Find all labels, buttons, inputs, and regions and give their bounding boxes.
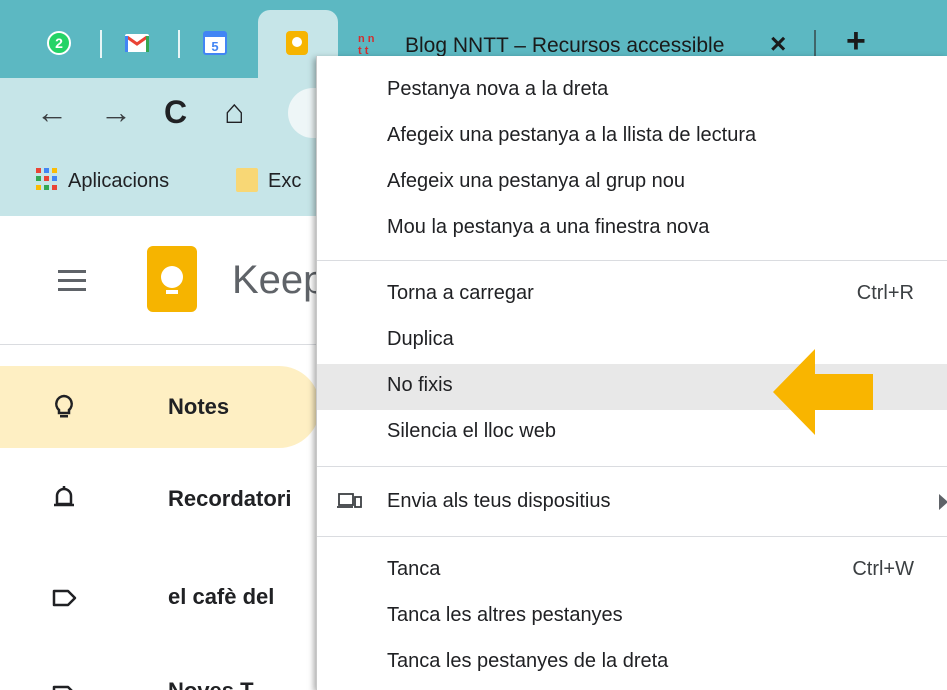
back-button[interactable]: ← <box>36 92 68 132</box>
sidebar-item-label: el cafè del <box>168 584 275 609</box>
menu-item-label: Afegeix una pestanya al grup nou <box>387 170 685 192</box>
menu-item-label: Afegeix una pestanya a la llista de lect… <box>387 124 757 146</box>
sidebar-item-reminders[interactable]: Recordatori <box>0 458 320 540</box>
pointer-arrow-icon <box>773 349 873 435</box>
menu-item-add-to-reading-list[interactable]: Afegeix una pestanya a la llista de lect… <box>317 114 947 160</box>
sidebar-item-label: Recordatori <box>168 486 292 511</box>
tab-blog-nntt[interactable]: n n t t <box>356 30 382 56</box>
menu-item-label: Pestanya nova a la dreta <box>387 78 609 100</box>
devices-icon <box>337 493 362 508</box>
menu-item-new-tab-right[interactable]: Pestanya nova a la dreta <box>317 68 947 114</box>
menu-item-close-other-tabs[interactable]: Tanca les altres pestanyes <box>317 594 947 640</box>
menu-separator <box>317 536 947 537</box>
whatsapp-icon: 2 <box>47 31 71 55</box>
svg-text:t t: t t <box>358 45 369 56</box>
menu-item-close[interactable]: Tanca Ctrl+W <box>317 548 947 594</box>
menu-item-shortcut: Ctrl+W <box>852 558 914 580</box>
tab-whatsapp[interactable]: 2 <box>46 30 72 56</box>
header-divider <box>0 344 320 345</box>
bookmark-apps[interactable]: Aplicacions <box>68 170 169 193</box>
main-menu-button[interactable] <box>58 270 86 292</box>
folder-icon <box>236 168 258 192</box>
svg-text:n n: n n <box>358 33 375 45</box>
label-icon <box>52 685 73 690</box>
menu-item-label: Duplica <box>387 328 454 350</box>
new-tab-button[interactable]: + <box>846 24 866 58</box>
menu-item-label: Envia als teus dispositius <box>387 490 611 512</box>
menu-item-shortcut: Ctrl+R <box>856 282 914 304</box>
calendar-icon: 5 <box>203 31 227 55</box>
menu-item-label: Mou la pestanya a una finestra nova <box>387 216 710 238</box>
lightbulb-icon <box>55 394 73 418</box>
gmail-icon <box>125 34 149 52</box>
whatsapp-badge: 2 <box>55 35 63 51</box>
app-title: Keep <box>232 258 318 302</box>
menu-item-add-to-new-group[interactable]: Afegeix una pestanya al grup nou <box>317 160 947 206</box>
submenu-arrow-icon <box>939 494 947 510</box>
sidebar-item-label: Noves T <box>168 678 318 690</box>
tab-calendar[interactable]: 5 <box>202 30 228 56</box>
nntt-icon: n n t t <box>358 33 375 56</box>
keep-icon <box>286 31 308 55</box>
menu-item-label: Silencia el lloc web <box>387 420 556 442</box>
tab-title: Blog NNTT – Recursos accessible <box>405 34 725 57</box>
label-icon <box>52 589 77 607</box>
tab-separator <box>814 30 816 58</box>
home-button[interactable]: ⌂ <box>224 92 245 132</box>
menu-separator <box>317 260 947 261</box>
forward-button[interactable]: → <box>100 92 132 132</box>
tab-gmail[interactable] <box>124 30 150 56</box>
tab-separator <box>100 30 102 58</box>
menu-item-reload[interactable]: Torna a carregar Ctrl+R <box>317 272 947 318</box>
menu-item-label: No fixis <box>387 374 453 396</box>
sidebar-item-label-noves[interactable]: Noves T <box>0 650 320 690</box>
menu-item-send-to-devices[interactable]: Envia als teus dispositius <box>317 480 947 526</box>
menu-item-close-tabs-right[interactable]: Tanca les pestanyes de la dreta <box>317 640 947 686</box>
bookmark-folder[interactable]: Exc <box>268 170 314 193</box>
bell-icon <box>54 486 74 507</box>
keep-logo <box>147 246 197 312</box>
sidebar-item-notes[interactable]: Notes <box>0 366 320 448</box>
menu-item-move-to-new-window[interactable]: Mou la pestanya a una finestra nova <box>317 206 947 252</box>
tab-separator <box>178 30 180 58</box>
menu-item-label: Torna a carregar <box>387 282 534 304</box>
calendar-day: 5 <box>211 39 218 54</box>
menu-item-label: Tanca <box>387 558 441 580</box>
reload-button[interactable]: C <box>164 92 187 132</box>
apps-grid-icon <box>36 168 58 190</box>
menu-item-label: Tanca les pestanyes de la dreta <box>387 650 669 672</box>
sidebar-item-label: Notes <box>168 394 230 419</box>
sidebar-item-label-cafe[interactable]: el cafè del <box>0 558 320 640</box>
menu-item-label: Tanca les altres pestanyes <box>387 604 623 626</box>
menu-separator <box>317 466 947 467</box>
